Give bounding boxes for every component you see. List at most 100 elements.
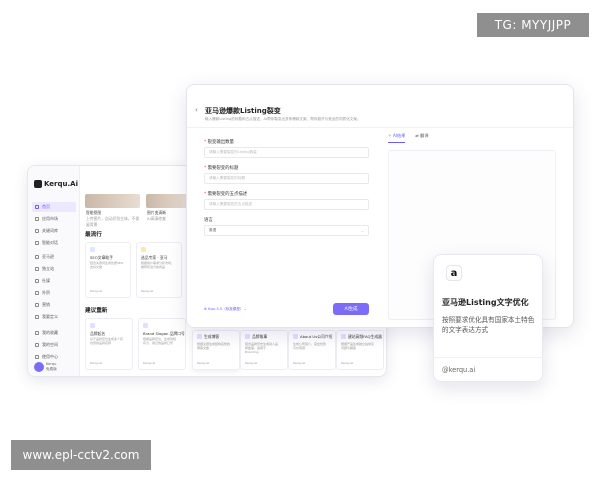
sidebar-item-label: 营销: [42, 302, 50, 307]
menu-icon: [35, 291, 39, 295]
app-card[interactable]: 品牌起名 基于品牌定位生成多个有创意的品牌名称 Kerqu.ai: [85, 318, 133, 370]
tab-ai-result[interactable]: ✧ AI结果: [388, 129, 406, 143]
feature-divider: [434, 357, 544, 358]
menu-icon: [35, 315, 39, 319]
menu-icon: [35, 255, 39, 259]
card-footer: Kerqu.ai: [143, 361, 156, 365]
menu-icon: [35, 205, 39, 209]
amazon-logo-icon: a: [446, 265, 462, 281]
card-desc: 上传图片，自动识别主体，不保留背景: [86, 216, 140, 227]
menu-icon: [35, 241, 39, 245]
app-card[interactable]: 生成博客 根据主题生成结构完整的博客文章 Kerqu.ai: [192, 330, 240, 370]
generate-button[interactable]: AI生成: [333, 303, 369, 315]
feature-card[interactable]: a 亚马逊Listing文字优化 按照要求优化具有国家本土特色的文字表达方式 @…: [433, 254, 544, 382]
avatar[interactable]: [34, 362, 44, 372]
sidebar-item[interactable]: 我的收藏: [32, 328, 76, 338]
tab-translate[interactable]: ⇄ 翻译: [415, 129, 428, 143]
card-desc: 根据产品生成独立站常见问题与解答: [341, 342, 375, 350]
sidebar-item-label: 独立站: [42, 266, 54, 271]
field-label-count: * 裂变输出数量: [204, 140, 234, 145]
sidebar: Kerqu.Ai 首页应用市场关键词库智能对话亚马逊独立站社媒外贸营销我要定义我…: [28, 166, 80, 376]
watermark-bottom: www.epl-cctv2.com: [11, 440, 151, 470]
card-title: 建站高频FAQ生成器: [348, 334, 382, 339]
sidebar-item[interactable]: 使用中心: [32, 352, 76, 362]
menu-icon: [35, 279, 39, 283]
card-footer: Kerqu.ai: [197, 361, 210, 365]
title-input[interactable]: 请输入需要裂变的标题: [204, 173, 369, 184]
card-footer: Kerqu.ai: [141, 289, 154, 293]
field-label-bullets: * 需要裂变的五点描述: [204, 192, 248, 197]
back-icon[interactable]: ‹: [195, 106, 198, 114]
app-card[interactable]: 品牌故事 结合品牌历史生成动人品牌故事，适用于Branding Kerqu.ai: [240, 330, 288, 370]
sidebar-item[interactable]: 我要定义: [32, 312, 76, 322]
model-selector[interactable]: ⊗ Kqu-3.5（标准模型）⌄: [204, 307, 247, 312]
card-footer: Kerqu.ai: [341, 361, 354, 365]
page-title: 亚马逊爆款Listing裂变: [205, 107, 281, 115]
sidebar-item[interactable]: 亚马逊: [32, 252, 76, 262]
bullets-input[interactable]: 请输入需要裂变的五点描述: [204, 199, 369, 210]
sidebar-item-label: 智能对话: [42, 240, 58, 245]
sidebar-item-label: 亚马逊: [42, 254, 54, 259]
card-desc: 根据用户需求分析市场，推荐有潜力的商品: [141, 261, 175, 269]
language-select[interactable]: 英语 ⌄: [204, 225, 369, 236]
sidebar-item-label: 首页: [42, 204, 50, 209]
user-plan: 免费版: [46, 367, 57, 371]
sidebar-item-label: 社媒: [42, 278, 50, 283]
card-footer: Kerqu.ai: [90, 289, 103, 293]
menu-icon: [35, 355, 39, 359]
sidebar-item-label: 我的空间: [42, 342, 58, 347]
count-input[interactable]: 请输入需要裂变的Listing数量: [204, 147, 369, 158]
menu-icon: [35, 303, 39, 307]
sidebar-item-label: 我要定义: [42, 314, 58, 319]
card-desc: 结合关键词生成优质SEO友好文章: [90, 261, 124, 269]
sidebar-item[interactable]: 智能对话: [32, 238, 76, 248]
image-thumbnail[interactable]: [146, 194, 188, 208]
logo-icon: [34, 180, 42, 188]
card-footer: Kerqu.ai: [90, 361, 103, 365]
app-card[interactable]: 建站高频FAQ生成器 根据产品生成独立站常见问题与解答 Kerqu.ai: [336, 330, 384, 370]
feature-description: 按照要求优化具有国家本土特色的文字表达方式: [442, 316, 535, 334]
card-desc: 根据主题生成结构完整的博客文章: [197, 342, 231, 350]
card-title: 品牌故事: [252, 334, 268, 339]
sidebar-item[interactable]: 我的空间: [32, 340, 76, 350]
sidebar-item-label: 外贸: [42, 290, 50, 295]
app-logo[interactable]: Kerqu.Ai: [34, 180, 78, 188]
sidebar-item[interactable]: 首页: [32, 202, 76, 212]
menu-icon: [35, 229, 39, 233]
user-info: Kerqu 免费版: [46, 362, 57, 372]
language-label: 语言: [204, 218, 213, 223]
menu-icon: [35, 331, 39, 335]
app-card[interactable]: About Us公司介绍 生成公司简介，突出优势与价值观 Kerqu.ai: [288, 330, 336, 370]
app-card[interactable]: 选品专家 · 亚马 根据用户需求分析市场，推荐有潜力的商品 Kerqu.ai: [136, 242, 182, 298]
app-icon: [341, 334, 346, 339]
image-thumbnail[interactable]: [85, 194, 140, 208]
card-desc: 根据品牌定位，生成简短有力、易记的品牌口号: [143, 337, 177, 345]
app-card[interactable]: Brand Slogan 品牌口号 根据品牌定位，生成简短有力、易记的品牌口号 …: [138, 318, 186, 370]
menu-icon: [35, 217, 39, 221]
sidebar-item[interactable]: 应用市场: [32, 214, 76, 224]
sidebar-item-label: 我的收藏: [42, 330, 58, 335]
card-desc: 结合品牌历史生成动人品牌故事，适用于Branding: [245, 342, 279, 354]
field-label-title: * 需要裂变的标题: [204, 166, 239, 171]
card-desc: 基于品牌定位生成多个有创意的品牌名称: [90, 337, 124, 345]
sidebar-item[interactable]: 独立站: [32, 264, 76, 274]
app-icon: [143, 323, 148, 328]
card-desc: 生成公司简介，突出优势与价值观: [293, 342, 327, 350]
section-title-popular: 最流行: [85, 232, 102, 238]
sidebar-item[interactable]: 关键词库: [32, 226, 76, 236]
card-title: 生成博客: [204, 334, 220, 339]
app-icon: [90, 323, 95, 328]
sidebar-item-label: 应用市场: [42, 216, 58, 221]
header-divider: [187, 127, 573, 128]
sidebar-item[interactable]: 外贸: [32, 288, 76, 298]
logo-text: Kerqu.Ai: [44, 180, 78, 188]
sidebar-item[interactable]: 社媒: [32, 276, 76, 286]
app-icon: [141, 247, 146, 252]
sidebar-item[interactable]: 营销: [32, 300, 76, 310]
app-card[interactable]: SEO文章助手 结合关键词生成优质SEO友好文章 Kerqu.ai: [85, 242, 131, 298]
card-desc: AI高清修复: [147, 216, 166, 221]
chevron-down-icon: ⌄: [360, 228, 364, 233]
watermark-top: TG: MYYJJPP: [477, 13, 589, 37]
feature-footer: @kerqu.ai: [442, 366, 476, 374]
app-icon: [197, 334, 202, 339]
